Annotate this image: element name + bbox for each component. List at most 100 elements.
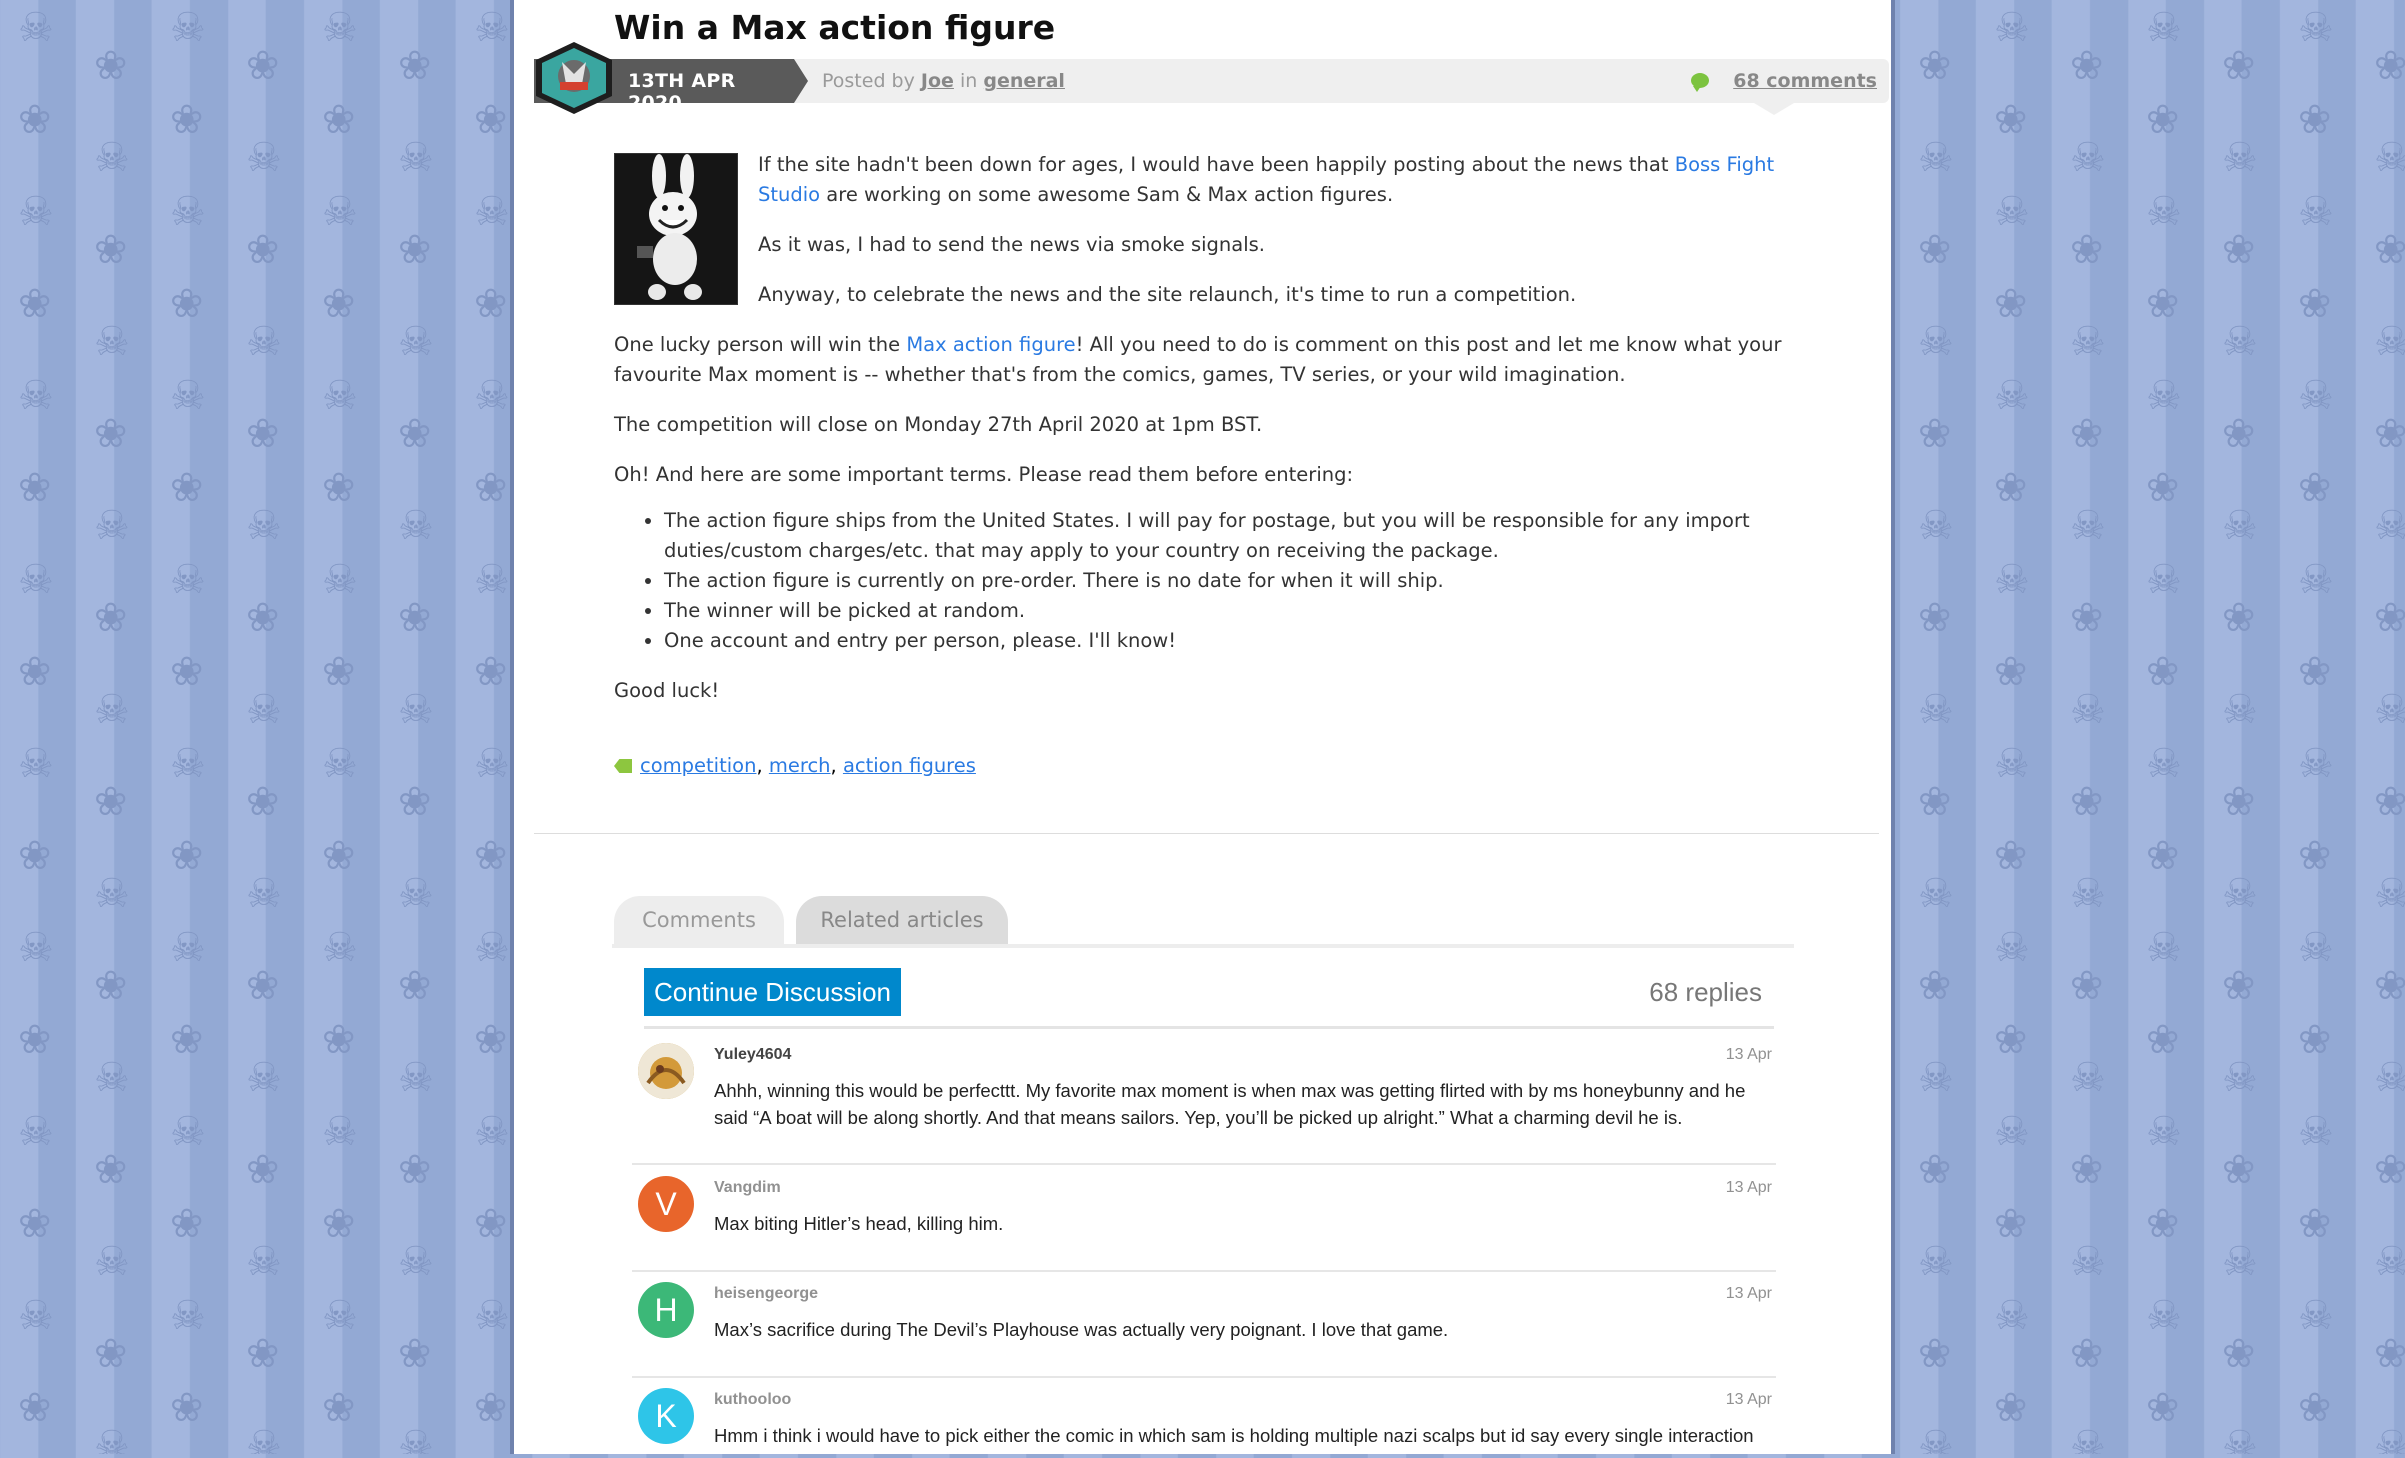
background-motif: ☠: [2070, 687, 2106, 733]
tag-list: competition, merch, action figures: [614, 754, 976, 777]
avatar[interactable]: V: [638, 1176, 694, 1232]
background-motif: ☠: [1918, 503, 1954, 549]
background-motif: ❀: [246, 779, 280, 825]
background-motif: ☠: [1994, 5, 2030, 51]
background-motif: ❀: [170, 649, 204, 695]
comment-bubble-icon: [1691, 73, 1709, 92]
background-motif: ❀: [1994, 833, 2028, 879]
avatar[interactable]: [638, 1043, 694, 1099]
tab-comments[interactable]: Comments: [614, 896, 784, 944]
background-motif: ☠: [170, 5, 206, 51]
tag-link-competition[interactable]: competition: [640, 754, 756, 777]
background-motif: ☠: [2298, 189, 2334, 235]
background-motif: ☠: [2222, 135, 2258, 181]
max-action-figure-link[interactable]: Max action figure: [906, 333, 1075, 356]
continue-discussion-button[interactable]: Continue Discussion: [644, 968, 902, 1016]
background-motif: ☠: [246, 1239, 282, 1285]
background-motif: ❀: [1994, 97, 2028, 143]
background-motif: ❀: [398, 43, 432, 89]
background-motif: ❀: [1994, 1201, 2028, 1247]
article-body: If the site hadn't been down for ages, I…: [614, 150, 1794, 726]
background-motif: ❀: [2070, 1147, 2104, 1193]
background-motif: ❀: [18, 281, 52, 327]
avatar[interactable]: H: [638, 1282, 694, 1338]
background-motif: ☠: [170, 373, 206, 419]
comment-username[interactable]: heisengeorge: [714, 1285, 818, 1303]
background-motif: ☠: [1918, 871, 1954, 917]
background-motif: ☠: [1994, 741, 2030, 787]
background-motif: ☠: [18, 189, 54, 235]
background-motif: ❀: [2070, 411, 2104, 457]
background-motif: ❀: [246, 1331, 280, 1377]
background-motif: ❀: [2374, 43, 2405, 89]
avatar[interactable]: K: [638, 1388, 694, 1444]
background-motif: ☠: [18, 1109, 54, 1155]
comment-post: H heisengeorge 13 Apr Max’s sacrifice du…: [632, 1272, 1776, 1378]
background-motif: ❀: [2146, 465, 2180, 511]
background-motif: ❀: [1918, 43, 1952, 89]
background-motif: ☠: [322, 1109, 358, 1155]
background-motif: ☠: [2070, 1055, 2106, 1101]
background-motif: ❀: [2222, 411, 2256, 457]
background-motif: ☠: [18, 5, 54, 51]
post-date: 13TH APR 2020: [628, 70, 736, 114]
background-motif: ❀: [2146, 1017, 2180, 1063]
background-motif: ❀: [2146, 833, 2180, 879]
background-motif: ☠: [170, 557, 206, 603]
background-motif: ❀: [322, 1385, 356, 1431]
background-motif: ❀: [2298, 281, 2332, 327]
comment-date[interactable]: 13 Apr: [1726, 1285, 1772, 1303]
tab-related-articles[interactable]: Related articles: [796, 896, 1008, 944]
replies-count: 68 replies: [1649, 977, 1762, 1007]
background-motif: ☠: [2298, 557, 2334, 603]
max-figure-thumbnail[interactable]: [614, 153, 738, 305]
background-motif: ☠: [2374, 503, 2405, 549]
background-motif: ❀: [474, 1017, 508, 1063]
background-motif: ❀: [94, 227, 128, 273]
background-motif: ☠: [2146, 189, 2182, 235]
comment-username[interactable]: kuthooloo: [714, 1391, 791, 1409]
background-motif: ☠: [2374, 1239, 2405, 1285]
background-motif: ☠: [2298, 925, 2334, 971]
tag-link-action-figures[interactable]: action figures: [843, 754, 976, 777]
background-motif: ❀: [1994, 281, 2028, 327]
background-motif: ❀: [322, 649, 356, 695]
author-link[interactable]: Joe: [921, 70, 954, 92]
background-motif: ☠: [474, 741, 510, 787]
comment-date[interactable]: 13 Apr: [1726, 1046, 1772, 1064]
background-motif: ❀: [2222, 1147, 2256, 1193]
background-motif: ☠: [2374, 319, 2405, 365]
background-motif: ❀: [2222, 43, 2256, 89]
comments-count-link[interactable]: 68 comments: [1733, 70, 1877, 92]
comment-text: Max’s sacrifice during The Devil’s Playh…: [714, 1319, 1449, 1340]
background-motif: ☠: [398, 1423, 434, 1454]
background-motif: ☠: [2070, 503, 2106, 549]
comment-username[interactable]: Yuley4604: [714, 1046, 791, 1064]
background-motif: ❀: [2298, 1201, 2332, 1247]
background-motif: ☠: [1918, 1055, 1954, 1101]
background-motif: ❀: [322, 97, 356, 143]
background-motif: ❀: [18, 97, 52, 143]
comment-text: Max biting Hitler’s head, killing him.: [714, 1213, 1004, 1234]
background-motif: ☠: [170, 925, 206, 971]
comment-date[interactable]: 13 Apr: [1726, 1391, 1772, 1409]
background-motif: ❀: [398, 227, 432, 273]
background-motif: ☠: [1994, 925, 2030, 971]
terms-item: The action figure ships from the United …: [664, 506, 1794, 566]
tag-link-merch[interactable]: merch: [769, 754, 831, 777]
closing-line: Good luck!: [614, 679, 720, 702]
background-motif: ❀: [246, 1147, 280, 1193]
background-motif: ❀: [2374, 411, 2405, 457]
background-motif: ☠: [322, 373, 358, 419]
background-motif: ☠: [94, 135, 130, 181]
background-motif: ❀: [2070, 595, 2104, 641]
background-motif: ❀: [2146, 1201, 2180, 1247]
background-motif: ❀: [94, 411, 128, 457]
background-motif: ☠: [1994, 1293, 2030, 1339]
comment-username[interactable]: Vangdim: [714, 1179, 781, 1197]
background-motif: ❀: [18, 465, 52, 511]
tabs-underline: [612, 944, 1794, 948]
category-link[interactable]: general: [983, 70, 1065, 92]
background-motif: ❀: [246, 411, 280, 457]
comment-date[interactable]: 13 Apr: [1726, 1179, 1772, 1197]
